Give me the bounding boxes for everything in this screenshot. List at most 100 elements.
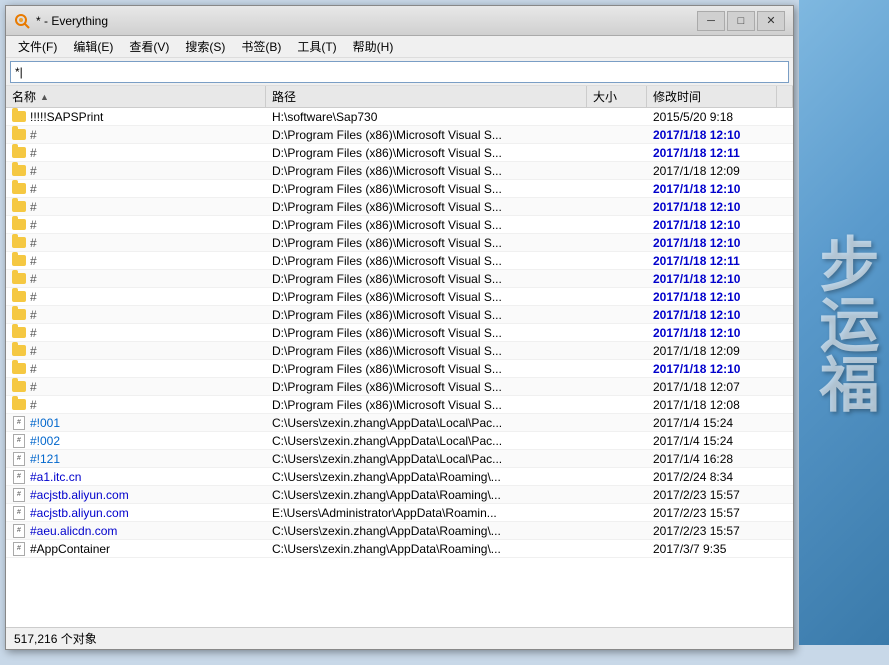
cell-size (587, 198, 647, 215)
cell-modified: 2017/1/18 12:09 (647, 342, 777, 359)
cell-size (587, 360, 647, 377)
menu-item-view[interactable]: 查看(V) (121, 36, 177, 57)
cell-size (587, 288, 647, 305)
search-bar (6, 58, 793, 86)
table-row[interactable]: ##AppContainerC:\Users\zexin.zhang\AppDa… (6, 540, 793, 558)
table-row[interactable]: ##acjstb.aliyun.comE:\Users\Administrato… (6, 504, 793, 522)
cell-path: D:\Program Files (x86)\Microsoft Visual … (266, 162, 587, 179)
cell-name: # (6, 342, 266, 359)
table-row[interactable]: #D:\Program Files (x86)\Microsoft Visual… (6, 324, 793, 342)
cell-modified: 2017/3/7 9:35 (647, 540, 777, 557)
table-row[interactable]: !!!!!SAPSPrintH:\software\Sap7302015/5/2… (6, 108, 793, 126)
menu-item-file[interactable]: 文件(F) (10, 36, 65, 57)
table-body[interactable]: !!!!!SAPSPrintH:\software\Sap7302015/5/2… (6, 108, 793, 627)
cell-name: # (6, 306, 266, 323)
folder-icon (12, 326, 26, 340)
folder-icon (12, 398, 26, 412)
file-icon: # (12, 506, 26, 520)
cell-modified: 2017/1/4 16:28 (647, 450, 777, 467)
cell-path: D:\Program Files (x86)\Microsoft Visual … (266, 216, 587, 233)
table-row[interactable]: #D:\Program Files (x86)\Microsoft Visual… (6, 360, 793, 378)
menu-item-bookmark[interactable]: 书签(B) (233, 36, 289, 57)
table-row[interactable]: ##acjstb.aliyun.comC:\Users\zexin.zhang\… (6, 486, 793, 504)
table-row[interactable]: #D:\Program Files (x86)\Microsoft Visual… (6, 198, 793, 216)
cell-name: ##!001 (6, 414, 266, 431)
table-row[interactable]: #D:\Program Files (x86)\Microsoft Visual… (6, 306, 793, 324)
table-row[interactable]: #D:\Program Files (x86)\Microsoft Visual… (6, 162, 793, 180)
cell-size (587, 396, 647, 413)
scrollbar-corner (777, 86, 793, 107)
cell-path: D:\Program Files (x86)\Microsoft Visual … (266, 360, 587, 377)
table-row[interactable]: #D:\Program Files (x86)\Microsoft Visual… (6, 396, 793, 414)
column-size[interactable]: 大小 (587, 86, 647, 107)
close-button[interactable]: ✕ (757, 11, 785, 31)
column-modified[interactable]: 修改时间 (647, 86, 777, 107)
folder-icon (12, 380, 26, 394)
cell-modified: 2017/1/18 12:10 (647, 288, 777, 305)
table-row[interactable]: #D:\Program Files (x86)\Microsoft Visual… (6, 342, 793, 360)
cell-size (587, 378, 647, 395)
table-row[interactable]: ##a1.itc.cnC:\Users\zexin.zhang\AppData\… (6, 468, 793, 486)
table-row[interactable]: #D:\Program Files (x86)\Microsoft Visual… (6, 144, 793, 162)
table-row[interactable]: #D:\Program Files (x86)\Microsoft Visual… (6, 252, 793, 270)
cell-name: # (6, 324, 266, 341)
cell-size (587, 504, 647, 521)
cell-size (587, 468, 647, 485)
cell-name: # (6, 126, 266, 143)
cell-path: C:\Users\zexin.zhang\AppData\Local\Pac..… (266, 414, 587, 431)
cell-modified: 2017/1/18 12:10 (647, 360, 777, 377)
cell-name: # (6, 270, 266, 287)
cell-name: # (6, 234, 266, 251)
cell-modified: 2017/1/18 12:10 (647, 324, 777, 341)
table-row[interactable]: ##!121C:\Users\zexin.zhang\AppData\Local… (6, 450, 793, 468)
cell-size (587, 486, 647, 503)
cell-name: ##aeu.alicdn.com (6, 522, 266, 539)
maximize-button[interactable]: □ (727, 11, 755, 31)
cell-name: !!!!!SAPSPrint (6, 108, 266, 125)
cell-size (587, 414, 647, 431)
table-row[interactable]: #D:\Program Files (x86)\Microsoft Visual… (6, 216, 793, 234)
folder-icon (12, 146, 26, 160)
cell-size (587, 234, 647, 251)
table-row[interactable]: ##!001C:\Users\zexin.zhang\AppData\Local… (6, 414, 793, 432)
menu-bar: 文件(F)编辑(E)查看(V)搜索(S)书签(B)工具(T)帮助(H) (6, 36, 793, 58)
table-row[interactable]: ##aeu.alicdn.comC:\Users\zexin.zhang\App… (6, 522, 793, 540)
folder-icon (12, 200, 26, 214)
folder-icon (12, 128, 26, 142)
menu-item-help[interactable]: 帮助(H) (345, 36, 402, 57)
menu-item-edit[interactable]: 编辑(E) (65, 36, 121, 57)
window-title: * - Everything (36, 14, 697, 28)
cell-modified: 2017/1/4 15:24 (647, 414, 777, 431)
file-icon: # (12, 470, 26, 484)
folder-icon (12, 290, 26, 304)
table-row[interactable]: #D:\Program Files (x86)\Microsoft Visual… (6, 288, 793, 306)
table-row[interactable]: #D:\Program Files (x86)\Microsoft Visual… (6, 126, 793, 144)
minimize-button[interactable]: ─ (697, 11, 725, 31)
table-row[interactable]: #D:\Program Files (x86)\Microsoft Visual… (6, 378, 793, 396)
table-row[interactable]: #D:\Program Files (x86)\Microsoft Visual… (6, 234, 793, 252)
cell-path: D:\Program Files (x86)\Microsoft Visual … (266, 324, 587, 341)
sort-arrow-name: ▲ (40, 92, 49, 102)
table-row[interactable]: ##!002C:\Users\zexin.zhang\AppData\Local… (6, 432, 793, 450)
table-header: 名称 ▲ 路径 大小 修改时间 (6, 86, 793, 108)
menu-item-search[interactable]: 搜索(S) (177, 36, 233, 57)
cell-path: D:\Program Files (x86)\Microsoft Visual … (266, 288, 587, 305)
cell-modified: 2017/2/24 8:34 (647, 468, 777, 485)
column-path[interactable]: 路径 (266, 86, 587, 107)
cell-path: H:\software\Sap730 (266, 108, 587, 125)
table-row[interactable]: #D:\Program Files (x86)\Microsoft Visual… (6, 270, 793, 288)
menu-item-tools[interactable]: 工具(T) (289, 36, 344, 57)
file-icon: # (12, 542, 26, 556)
main-window: * - Everything ─ □ ✕ 文件(F)编辑(E)查看(V)搜索(S… (5, 5, 794, 650)
cell-size (587, 180, 647, 197)
cell-modified: 2017/1/18 12:10 (647, 216, 777, 233)
cell-modified: 2017/1/4 15:24 (647, 432, 777, 449)
column-name[interactable]: 名称 ▲ (6, 86, 266, 107)
cell-path: D:\Program Files (x86)\Microsoft Visual … (266, 306, 587, 323)
search-input[interactable] (10, 61, 789, 83)
table-row[interactable]: #D:\Program Files (x86)\Microsoft Visual… (6, 180, 793, 198)
cell-name: # (6, 360, 266, 377)
cell-modified: 2017/1/18 12:11 (647, 252, 777, 269)
cell-modified: 2017/1/18 12:09 (647, 162, 777, 179)
cell-path: C:\Users\zexin.zhang\AppData\Roaming\... (266, 540, 587, 557)
